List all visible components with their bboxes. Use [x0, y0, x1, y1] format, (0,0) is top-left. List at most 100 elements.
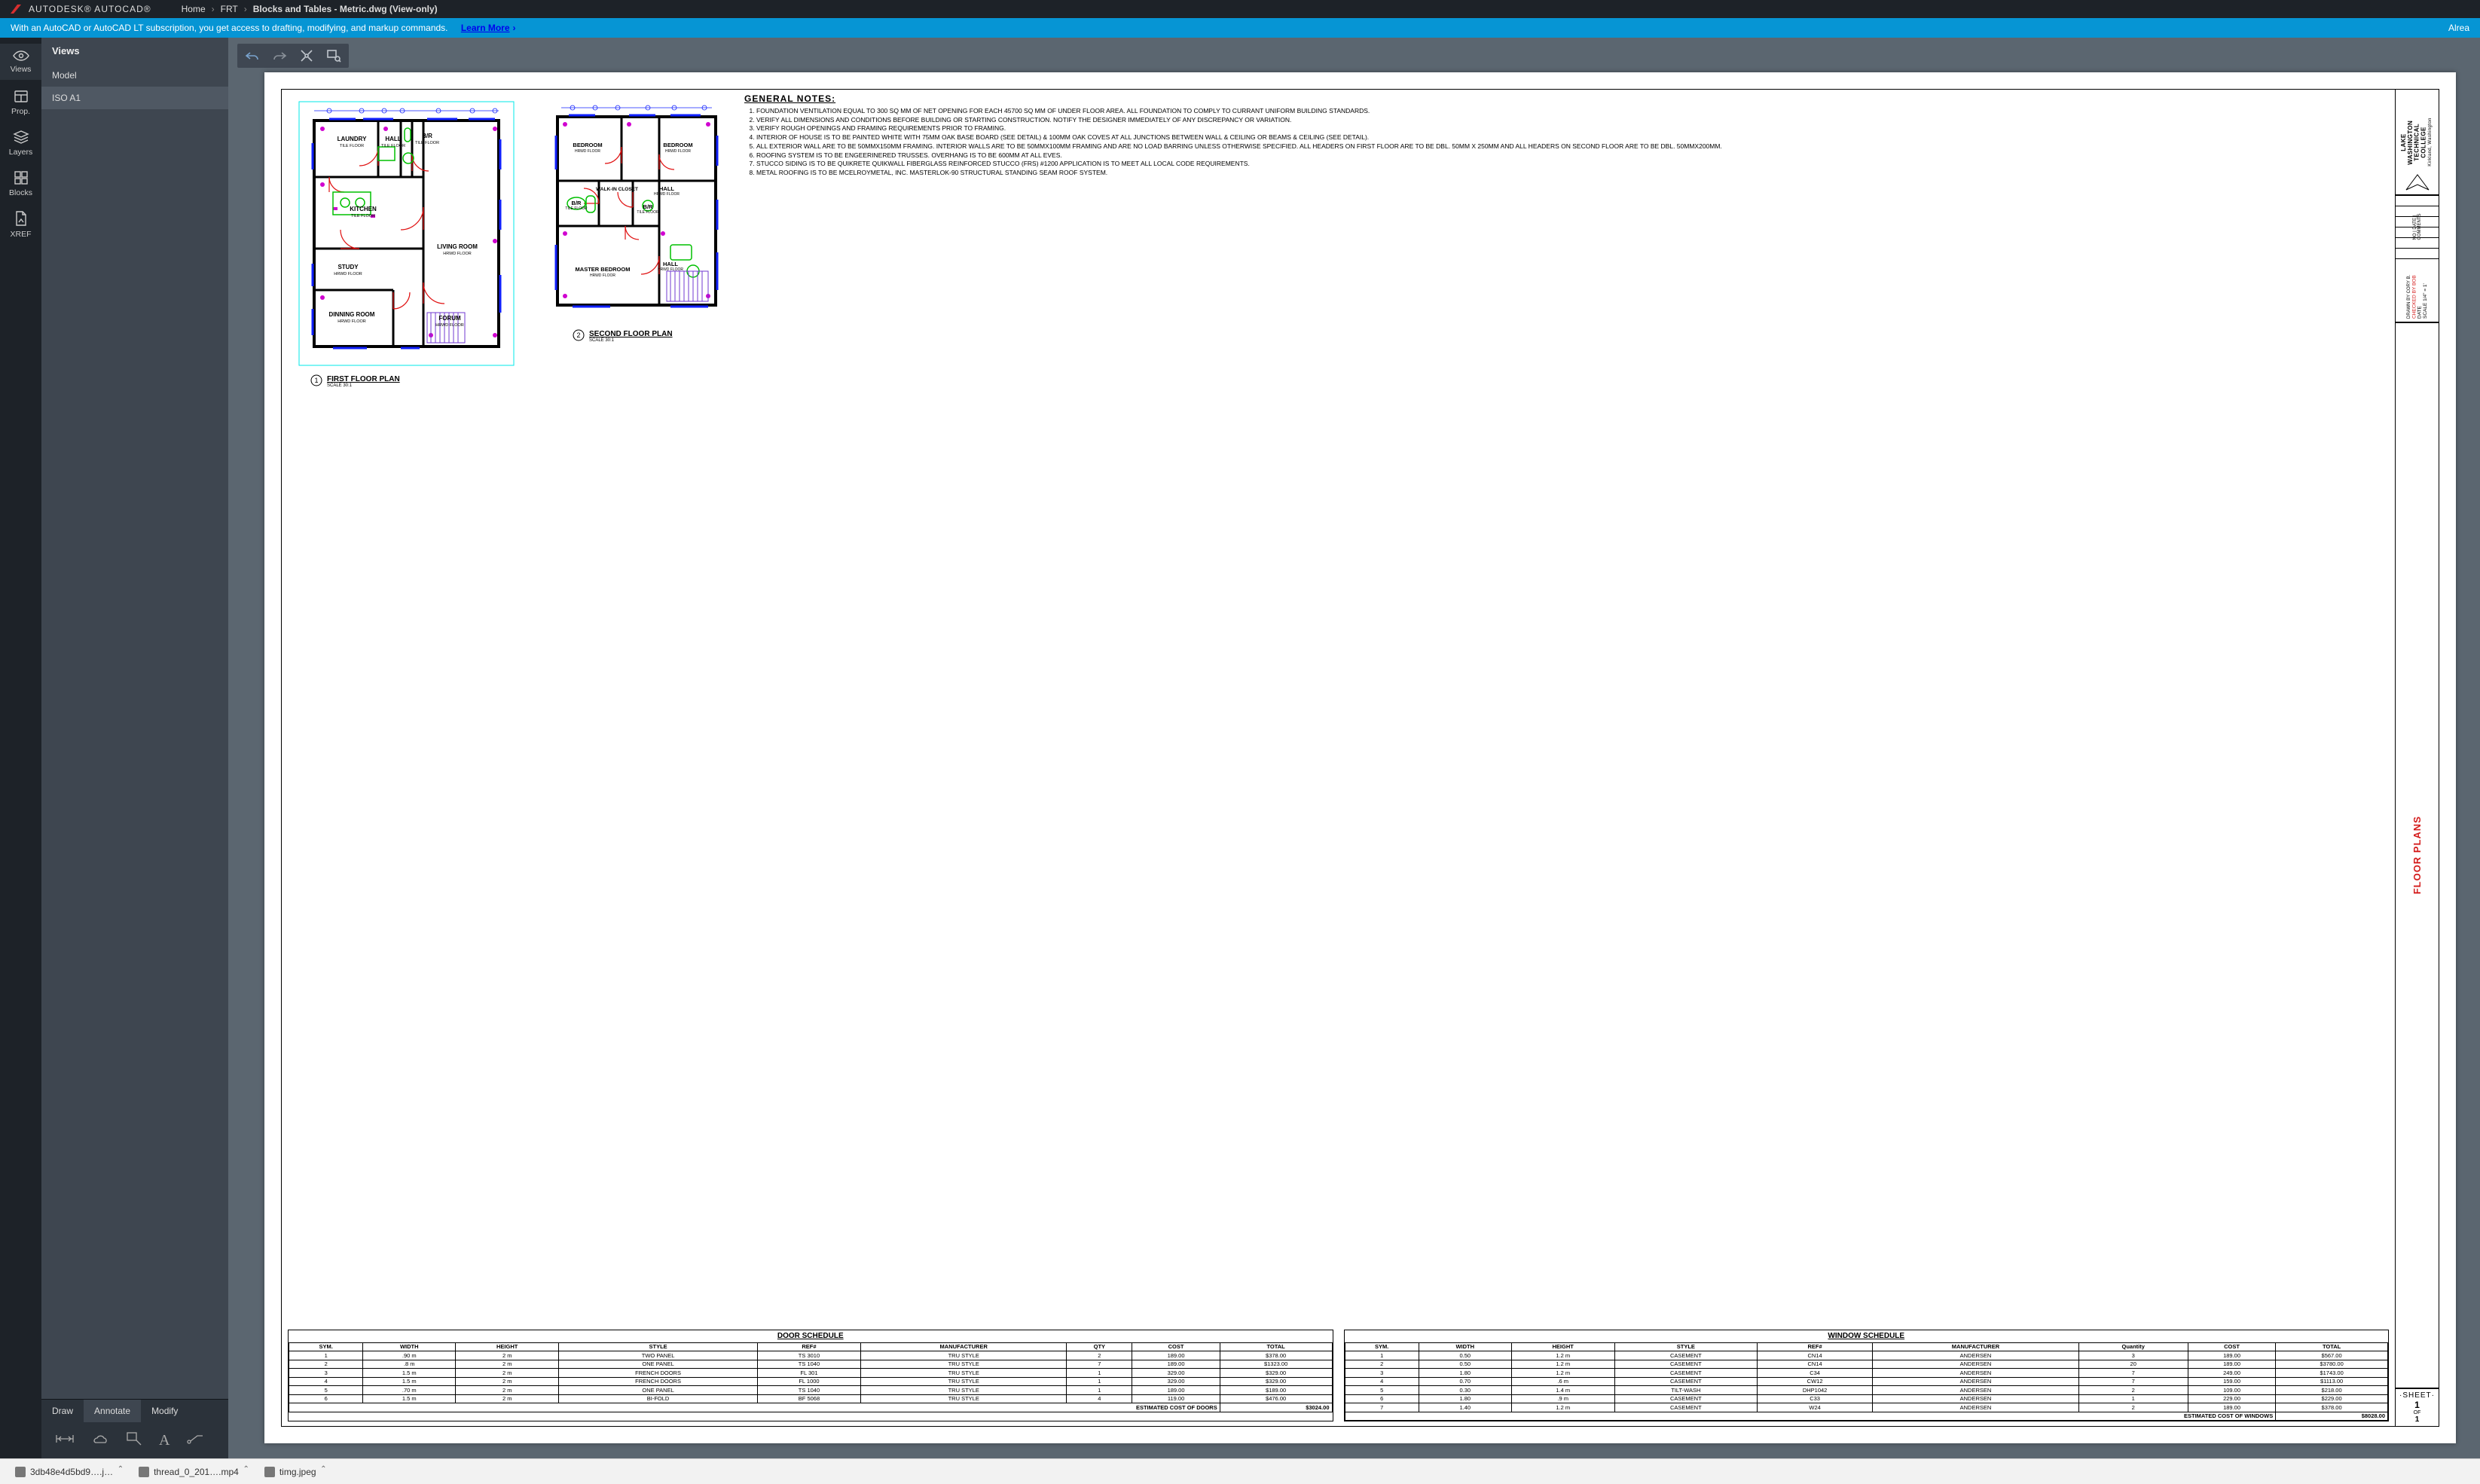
window-schedule: WINDOW SCHEDULE SYM.WIDTHHEIGHTSTYLEREF#… — [1344, 1330, 2390, 1422]
view-model[interactable]: Model — [41, 64, 228, 87]
titleblock: LAKE WASHINGTON TECHNICAL COLLEGEKirklan… — [2395, 90, 2439, 1426]
xref-icon — [14, 210, 29, 227]
taskbar-item-3[interactable]: timg.jpeg ⌃ — [257, 1464, 324, 1480]
note-item: METAL ROOFING IS TO BE MCELROYMETAL, INC… — [756, 169, 2389, 177]
svg-text:HRWD FLOOR: HRWD FLOOR — [590, 273, 615, 278]
rail-label: Prop. — [11, 107, 30, 116]
svg-text:B/R: B/R — [643, 203, 654, 210]
svg-text:HRWD FLOOR: HRWD FLOOR — [337, 319, 366, 324]
leader-icon[interactable] — [186, 1433, 204, 1449]
views-list: Model ISO A1 — [41, 64, 228, 1458]
table-row: 71.401.2 mCASEMENTW24ANDERSEN2189.00$378… — [1345, 1403, 2388, 1412]
plan2-title: SECOND FLOOR PLAN — [589, 331, 673, 338]
general-notes: GENERAL NOTES: FOUNDATION VENTILATION EQ… — [744, 94, 2389, 179]
taskbar-item-2[interactable]: thread_0_201….mp4 ⌃ — [131, 1464, 246, 1480]
dimension-linear-icon[interactable] — [55, 1432, 75, 1449]
revision-cloud-icon[interactable] — [91, 1432, 109, 1449]
svg-text:LIVING ROOM: LIVING ROOM — [437, 243, 478, 250]
room-laundry: LAUNDRY — [337, 136, 367, 142]
tab-modify[interactable]: Modify — [141, 1400, 188, 1422]
tb-floor-plans: FLOOR PLANS — [2396, 322, 2439, 1388]
taskbar-item-1[interactable]: 3db48e4d5bd9….j… ⌃ — [8, 1464, 121, 1480]
note-item: STUCCO SIDING IS TO BE QUIKRETE QUIKWALL… — [756, 160, 2389, 168]
topbar: AUTODESK® AUTOCAD® Home › FRT › Blocks a… — [0, 0, 2480, 18]
svg-text:1: 1 — [314, 377, 318, 384]
table-row: 20.501.2 mCASEMENTCN14ANDERSEN20189.00$3… — [1345, 1360, 2388, 1369]
svg-text:HRWD FLOOR: HRWD FLOOR — [654, 192, 680, 197]
svg-text:TILE FLOOR: TILE FLOOR — [340, 144, 364, 148]
redo-icon — [272, 50, 287, 61]
svg-text:WALK-IN CLOSET: WALK-IN CLOSET — [596, 187, 638, 192]
chevron-right-icon: › — [513, 23, 516, 33]
svg-text:HALL: HALL — [659, 185, 674, 192]
chevron-up-icon: ⌃ — [243, 1465, 249, 1473]
plan1-scale: SCALE 30:1 — [327, 383, 400, 388]
note-item: VERIFY ALL DIMENSIONS AND CONDITIONS BEF… — [756, 117, 2389, 124]
north-arrow-icon — [2405, 173, 2430, 191]
svg-text:HRWD FLOOR: HRWD FLOOR — [435, 323, 464, 328]
note-item: INTERIOR OF HOUSE IS TO BE PAINTED WHITE… — [756, 134, 2389, 142]
chevron-up-icon: ⌃ — [118, 1465, 124, 1473]
notes-title: GENERAL NOTES: — [744, 94, 2389, 105]
file-icon — [264, 1467, 275, 1477]
tab-annotate[interactable]: Annotate — [84, 1400, 141, 1422]
svg-text:TILE FLOOR: TILE FLOOR — [415, 141, 439, 145]
redo-button[interactable] — [269, 47, 290, 65]
views-panel: Views Model ISO A1 — [41, 38, 228, 1458]
svg-text:TILE FLOOR: TILE FLOOR — [351, 214, 375, 218]
plan1-title: FIRST FLOOR PLAN — [327, 376, 400, 383]
table-row: 2.8 m2 mONE PANELTS 1040TRU STYLE7189.00… — [289, 1360, 1333, 1369]
rail-views[interactable]: Views — [0, 44, 41, 80]
plans-row: LAUNDRY TILE FLOOR HALL TILE FLOOR B/R T… — [288, 94, 2389, 1325]
rail-label: XREF — [10, 230, 31, 239]
note-item: FOUNDATION VENTILATION EQUAL TO 300 SQ M… — [756, 108, 2389, 115]
multileader-icon[interactable] — [126, 1431, 142, 1450]
note-item: ROOFING SYSTEM IS TO BE ENGEERINERED TRU… — [756, 152, 2389, 160]
tab-draw[interactable]: Draw — [41, 1400, 84, 1422]
door-schedule: DOOR SCHEDULE SYM.WIDTHHEIGHTSTYLEREF#MA… — [288, 1330, 1333, 1422]
rail-blocks[interactable]: Blocks — [0, 166, 41, 202]
undo-icon — [245, 50, 260, 61]
svg-text:HRWD FLOOR: HRWD FLOOR — [334, 272, 362, 276]
table-row: 40.70.6 mCASEMENTCW12ANDERSEN7159.00$111… — [1345, 1377, 2388, 1386]
room-hall: HALL — [385, 136, 401, 142]
file-icon — [15, 1467, 26, 1477]
properties-icon — [14, 89, 29, 104]
table-row: 10.501.2 mCASEMENTCN14ANDERSEN3189.00$56… — [1345, 1351, 2388, 1360]
panel-title: Views — [41, 38, 228, 64]
rail-label: Views — [11, 65, 32, 74]
eye-icon — [13, 50, 29, 62]
undo-button[interactable] — [242, 47, 263, 65]
rail-prop[interactable]: Prop. — [0, 84, 41, 121]
os-taskbar: 3db48e4d5bd9….j… ⌃ thread_0_201….mp4 ⌃ t… — [0, 1458, 2480, 1484]
svg-text:HRWD FLOOR: HRWD FLOOR — [575, 149, 600, 154]
logo: AUTODESK® AUTOCAD® — [9, 2, 151, 16]
text-icon[interactable]: A — [159, 1432, 170, 1449]
table-row: 31.801.2 mCASEMENTC34ANDERSEN7249.00$174… — [1345, 1369, 2388, 1378]
learn-more-link[interactable]: Learn More› — [461, 23, 516, 33]
svg-text:STUDY: STUDY — [337, 264, 359, 270]
zoom-window-button[interactable] — [323, 47, 344, 65]
first-floor-plan: LAUNDRY TILE FLOOR HALL TILE FLOOR B/R T… — [288, 94, 536, 388]
viewer-toolbar — [237, 44, 349, 68]
svg-text:HRWD FLOOR: HRWD FLOOR — [443, 252, 472, 256]
svg-text:2: 2 — [576, 331, 580, 339]
crumb-home[interactable]: Home — [182, 4, 206, 14]
zoom-extents-icon — [300, 49, 313, 63]
room-br: B/R — [422, 133, 432, 139]
rail-layers[interactable]: Layers — [0, 125, 41, 161]
svg-text:KITCHEN: KITCHEN — [350, 206, 377, 212]
zoom-extents-button[interactable] — [296, 47, 317, 65]
table-row: 31.5 m2 mFRENCH DOORSFL 301TRU STYLE1329… — [289, 1369, 1333, 1378]
drawing-viewer[interactable]: LAUNDRY TILE FLOOR HALL TILE FLOOR B/R T… — [228, 38, 2480, 1458]
autodesk-logo-icon — [9, 2, 23, 16]
banner-right-text[interactable]: Alrea — [2448, 23, 2469, 33]
crumb-file: Blocks and Tables - Metric.dwg (View-onl… — [253, 4, 438, 14]
second-floor-plan: BEDROOM HRWD FLOOR BEDROOM HRWD FLOOR B/… — [542, 94, 738, 343]
crumb-frt[interactable]: FRT — [221, 4, 238, 14]
table-row: 41.5 m2 mFRENCH DOORSFL 1000TRU STYLE132… — [289, 1377, 1333, 1386]
table-row: 61.5 m2 mBI-FOLDBF 5068TRU STYLE4119.00$… — [289, 1394, 1333, 1403]
plan-key-2-icon: 2 — [573, 329, 585, 341]
rail-xref[interactable]: XREF — [0, 206, 41, 243]
view-iso-a1[interactable]: ISO A1 — [41, 87, 228, 109]
